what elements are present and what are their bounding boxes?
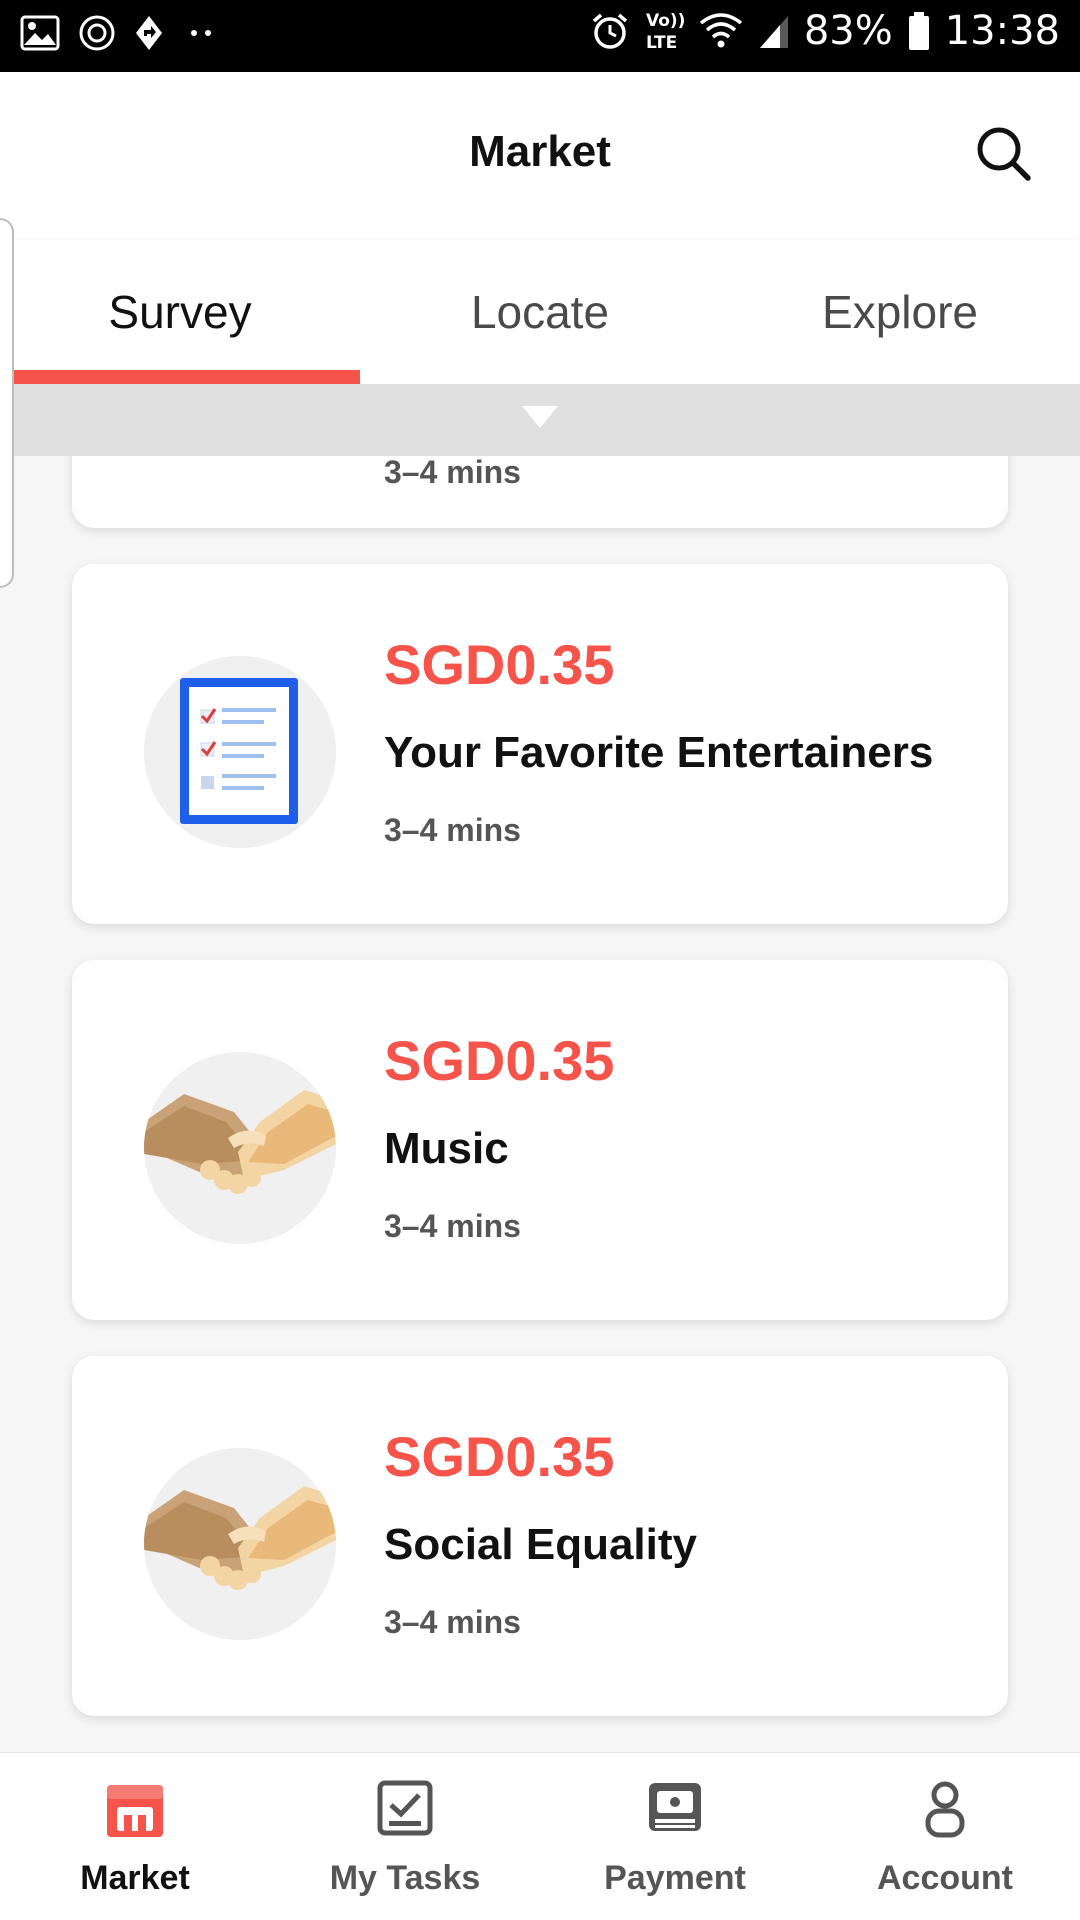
- tab-explore[interactable]: Explore: [720, 240, 1080, 384]
- side-drawer-handle[interactable]: [0, 218, 14, 588]
- card-price: SGD0.35: [384, 1425, 615, 1488]
- search-icon: [977, 127, 1031, 181]
- card-duration: 3–4 mins: [384, 1208, 521, 1244]
- app-header: Market: [0, 72, 1080, 240]
- tab-locate[interactable]: Locate: [360, 240, 720, 384]
- battery-percent: 83%: [803, 8, 893, 54]
- nav-my-tasks[interactable]: My Tasks: [270, 1753, 540, 1920]
- survey-list[interactable]: 3–4 mins SGD0.35 Your Favorite Entertain…: [0, 456, 1080, 1752]
- nav-payment[interactable]: Payment: [540, 1753, 810, 1920]
- search-button[interactable]: [972, 122, 1036, 186]
- status-bar: Vo)) LTE 83% 13:38: [0, 0, 1080, 72]
- card-duration: 3–4 mins: [384, 456, 521, 490]
- nav-label: My Tasks: [329, 1859, 481, 1897]
- alarm-icon: [590, 11, 630, 51]
- status-left-icons: [20, 14, 222, 52]
- circle-icon: [78, 14, 116, 52]
- wifi-icon: [698, 11, 744, 51]
- tab-survey[interactable]: Survey: [0, 240, 360, 384]
- survey-card[interactable]: SGD0.35 Music 3–4 mins: [72, 960, 1008, 1320]
- network-label: LTE: [646, 33, 677, 53]
- nav-account[interactable]: Account: [810, 1753, 1080, 1920]
- survey-card-partial[interactable]: 3–4 mins: [72, 456, 1008, 528]
- more-dots-icon: [182, 27, 222, 39]
- handshake-icon: [144, 1448, 336, 1640]
- survey-card[interactable]: SGD0.35 Your Favorite Entertainers 3–4 m…: [72, 564, 1008, 924]
- handshake-icon: [144, 1052, 336, 1244]
- survey-card[interactable]: SGD0.35 Social Equality 3–4 mins: [72, 1356, 1008, 1716]
- card-title: Social Equality: [384, 1520, 697, 1569]
- person-icon: [925, 1781, 965, 1838]
- tab-bar: Survey Locate Explore: [0, 240, 1080, 384]
- collapse-strip[interactable]: [0, 384, 1080, 456]
- battery-icon: [907, 11, 931, 51]
- tab-active-indicator: [0, 370, 360, 384]
- volte-icon: Vo)) LTE: [644, 8, 684, 54]
- nav-label: Market: [80, 1859, 190, 1897]
- caret-down-icon: [522, 406, 558, 428]
- page-title: Market: [469, 127, 611, 176]
- direction-icon: [134, 14, 164, 52]
- nav-market[interactable]: Market: [0, 1753, 270, 1920]
- signal-icon: [758, 12, 790, 50]
- nav-label: Account: [877, 1859, 1013, 1897]
- card-title: Your Favorite Entertainers: [384, 728, 934, 777]
- card-duration: 3–4 mins: [384, 1604, 521, 1640]
- wallet-icon: [649, 1783, 701, 1831]
- bottom-nav: Market My Tasks Payment Account: [0, 1752, 1080, 1920]
- card-title: Music: [384, 1124, 509, 1173]
- card-price: SGD0.35: [384, 1029, 615, 1092]
- store-icon: [107, 1785, 163, 1837]
- tasks-icon: [377, 1780, 433, 1836]
- card-duration: 3–4 mins: [384, 812, 521, 848]
- nav-label: Payment: [604, 1859, 746, 1897]
- status-right-icons: Vo)) LTE 83% 13:38: [590, 8, 1060, 54]
- card-price: SGD0.35: [384, 633, 615, 696]
- clock: 13:38: [944, 8, 1060, 54]
- svg-text:Vo)): Vo)): [646, 11, 684, 31]
- image-icon: [20, 15, 60, 51]
- checklist-icon: [144, 656, 336, 848]
